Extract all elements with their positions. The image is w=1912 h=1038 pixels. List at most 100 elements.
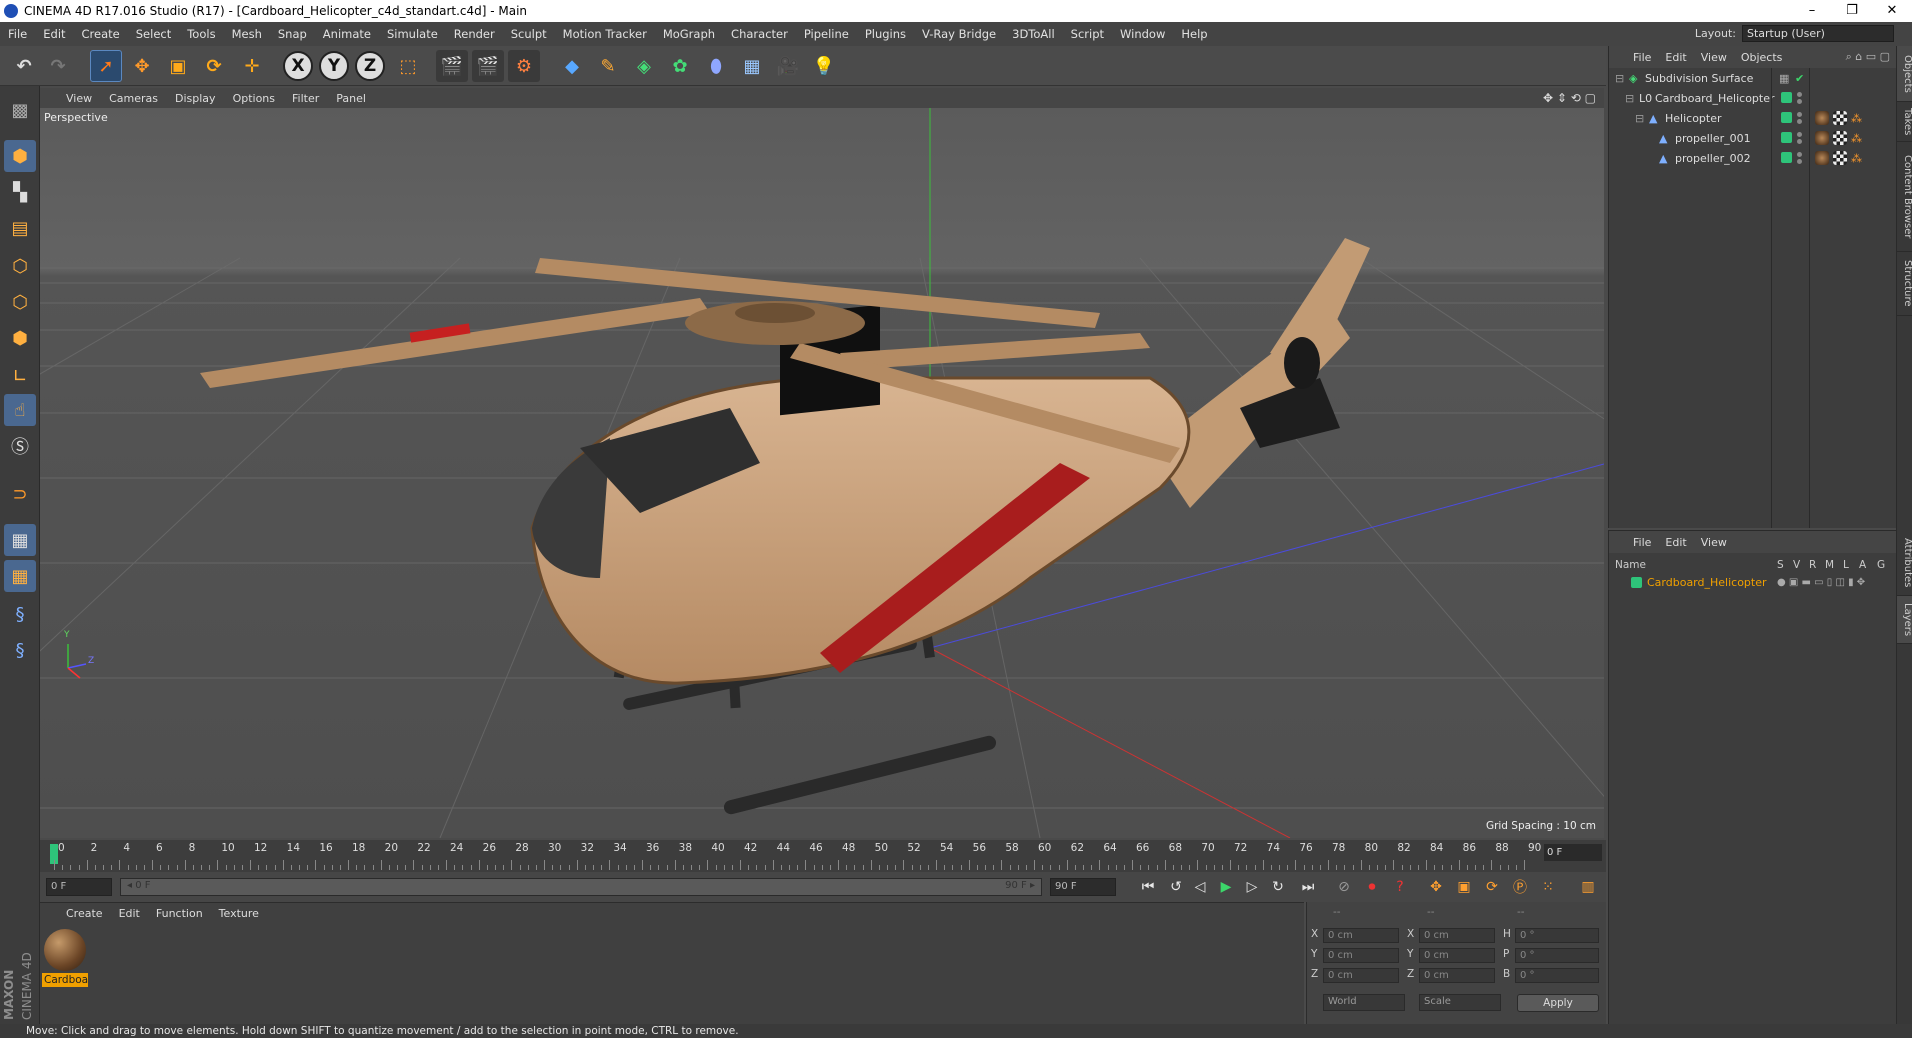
uvw-tag-icon[interactable] [1833, 111, 1847, 125]
object-menu-view[interactable]: View [1701, 51, 1727, 64]
go-to-end-icon[interactable]: ⏭ [1296, 876, 1320, 898]
render-settings-icon[interactable]: ⚙ [508, 50, 540, 82]
minimize-button[interactable]: – [1792, 0, 1832, 22]
subdivision-surface-icon[interactable]: ◈ [628, 50, 660, 82]
material-tag-icon[interactable] [1815, 131, 1829, 145]
play-icon[interactable]: ▶ [1214, 876, 1238, 898]
close-button[interactable]: ✕ [1872, 0, 1912, 22]
key-pla-icon[interactable]: ⁙ [1536, 876, 1560, 898]
tab-takes[interactable]: Takes [1897, 102, 1912, 142]
coordinate-system-icon[interactable]: ⬚ [392, 50, 424, 82]
polygons-mode-icon[interactable]: ⬢ [4, 322, 36, 354]
undo-icon[interactable]: ↶ [8, 50, 40, 82]
layer-column-animation[interactable]: A [1859, 559, 1866, 571]
object-menu-objects[interactable]: Objects [1741, 51, 1783, 64]
previous-frame-icon[interactable]: ◁ [1188, 876, 1212, 898]
scale-tool-icon[interactable]: ▣ [162, 50, 194, 82]
layer-color-swatch[interactable] [1781, 152, 1792, 163]
frame-range-slider[interactable]: ◂ 0 F 90 F ▸ [120, 878, 1042, 896]
menu-edit[interactable]: Edit [35, 27, 73, 41]
edges-mode-icon[interactable]: ⬡ [4, 286, 36, 318]
texture-mode-icon[interactable]: ▚ [4, 176, 36, 208]
key-parameter-icon[interactable]: Ⓟ [1508, 876, 1532, 898]
render-visibility-dot[interactable] [1797, 99, 1802, 104]
material-preview-swatch[interactable] [44, 929, 86, 971]
autokey-icon[interactable]: ? [1388, 876, 1412, 898]
viewport-menu-options[interactable]: Options [233, 92, 275, 105]
rotation-b-field[interactable]: 0 ° [1515, 968, 1599, 983]
material-menu-create[interactable]: Create [66, 907, 103, 920]
record-keyframe-icon[interactable]: ⏺ [1360, 876, 1384, 898]
tweak-mode-icon[interactable]: ☝ [4, 394, 36, 426]
maximize-button[interactable]: ❐ [1832, 0, 1872, 22]
layer-column-solo[interactable]: S [1777, 559, 1784, 571]
layer-column-manager[interactable]: M [1825, 559, 1834, 571]
material-menu-texture[interactable]: Texture [219, 907, 259, 920]
position-x-field[interactable]: 0 cm [1323, 928, 1399, 943]
menu-mograph[interactable]: MoGraph [655, 27, 723, 41]
next-keyframe-icon[interactable]: ↻ [1266, 876, 1290, 898]
menu-tools[interactable]: Tools [179, 27, 223, 41]
object-search-icon[interactable]: ⌕ ⌂ ▭ ▢ [1846, 50, 1890, 64]
menu-select[interactable]: Select [128, 27, 179, 41]
planar-workplane-icon[interactable]: ▦ [4, 560, 36, 592]
last-tool-icon[interactable]: ✛ [236, 50, 268, 82]
python-icon[interactable]: § [4, 598, 36, 630]
tab-structure[interactable]: Structure [1897, 252, 1912, 316]
layer-color-swatch[interactable] [1781, 112, 1792, 123]
tab-attributes[interactable]: Attributes [1897, 530, 1912, 596]
expand-icon[interactable]: ⊟ [1625, 92, 1634, 105]
size-mode-dropdown[interactable]: Scale [1419, 994, 1501, 1011]
material-tag-icon[interactable] [1815, 111, 1829, 125]
uvw-tag-icon[interactable] [1833, 151, 1847, 165]
end-frame-field[interactable]: 90 F [1050, 878, 1116, 896]
key-rotation-icon[interactable]: ⟳ [1480, 876, 1504, 898]
object-row-subdivision-surface[interactable]: ⊟ ◈ Subdivision Surface ▦ ✔ [1609, 68, 1897, 88]
selection-tag-icon[interactable]: ⁂ [1851, 152, 1862, 165]
cube-primitive-icon[interactable]: ◆ [556, 50, 588, 82]
model-mode-icon[interactable]: ⬢ [4, 140, 36, 172]
menu-motion-tracker[interactable]: Motion Tracker [555, 27, 655, 41]
start-frame-field[interactable]: 0 F [46, 878, 112, 896]
position-z-field[interactable]: 0 cm [1323, 968, 1399, 983]
motion-record-icon[interactable]: ⊘ [1332, 876, 1356, 898]
editor-visibility-dot[interactable] [1797, 152, 1802, 157]
key-position-icon[interactable]: ✥ [1424, 876, 1448, 898]
viewport-menu-display[interactable]: Display [175, 92, 216, 105]
timeline-window-icon[interactable]: ▥ [1576, 876, 1600, 898]
editor-visibility-dot[interactable] [1797, 92, 1802, 97]
x-axis-lock-button[interactable]: X [282, 50, 314, 82]
menu-plugins[interactable]: Plugins [857, 27, 914, 41]
material-menu-edit[interactable]: Edit [119, 907, 140, 920]
rotate-tool-icon[interactable]: ⟳ [198, 50, 230, 82]
current-frame-field[interactable]: 0 F [1544, 844, 1602, 861]
apply-button[interactable]: Apply [1517, 994, 1599, 1012]
menu-3dtoall[interactable]: 3DToAll [1004, 27, 1063, 41]
menu-pipeline[interactable]: Pipeline [796, 27, 857, 41]
magnet-icon[interactable]: ⊃ [4, 478, 36, 510]
key-scale-icon[interactable]: ▣ [1452, 876, 1476, 898]
layer-color-swatch[interactable] [1781, 132, 1792, 143]
menu-animate[interactable]: Animate [315, 27, 379, 41]
object-row-propeller-002[interactable]: ▲ propeller_002 ⁂ [1609, 148, 1897, 168]
snap-icon[interactable]: Ⓢ [4, 430, 36, 462]
editor-visibility-dot[interactable] [1797, 132, 1802, 137]
render-visibility-dot[interactable] [1797, 159, 1802, 164]
menu-render[interactable]: Render [446, 27, 503, 41]
render-visibility-dot[interactable] [1797, 139, 1802, 144]
size-y-field[interactable]: 0 cm [1419, 948, 1495, 963]
menu-sculpt[interactable]: Sculpt [503, 27, 555, 41]
object-row-propeller-001[interactable]: ▲ propeller_001 ⁂ [1609, 128, 1897, 148]
workplane-icon[interactable]: ▤ [4, 212, 36, 244]
selection-tag-icon[interactable]: ⁂ [1851, 132, 1862, 145]
perspective-viewport[interactable]: Y Z Perspective Grid Spacing : 10 cm [40, 108, 1604, 838]
coordinate-mode-dropdown[interactable]: World [1323, 994, 1405, 1011]
layer-row[interactable]: Cardboard_Helicopter ● ▣ ▬ ▭ ▯ ◫ ▮ ✥ [1609, 573, 1897, 591]
lock-workplane-icon[interactable]: ▦ [4, 524, 36, 556]
layer-column-view[interactable]: V [1793, 559, 1800, 571]
tab-layers[interactable]: Layers [1897, 596, 1912, 644]
position-y-field[interactable]: 0 cm [1323, 948, 1399, 963]
menu-help[interactable]: Help [1173, 27, 1215, 41]
make-editable-icon[interactable]: ▩ [4, 94, 36, 126]
pen-spline-icon[interactable]: ✎ [592, 50, 624, 82]
